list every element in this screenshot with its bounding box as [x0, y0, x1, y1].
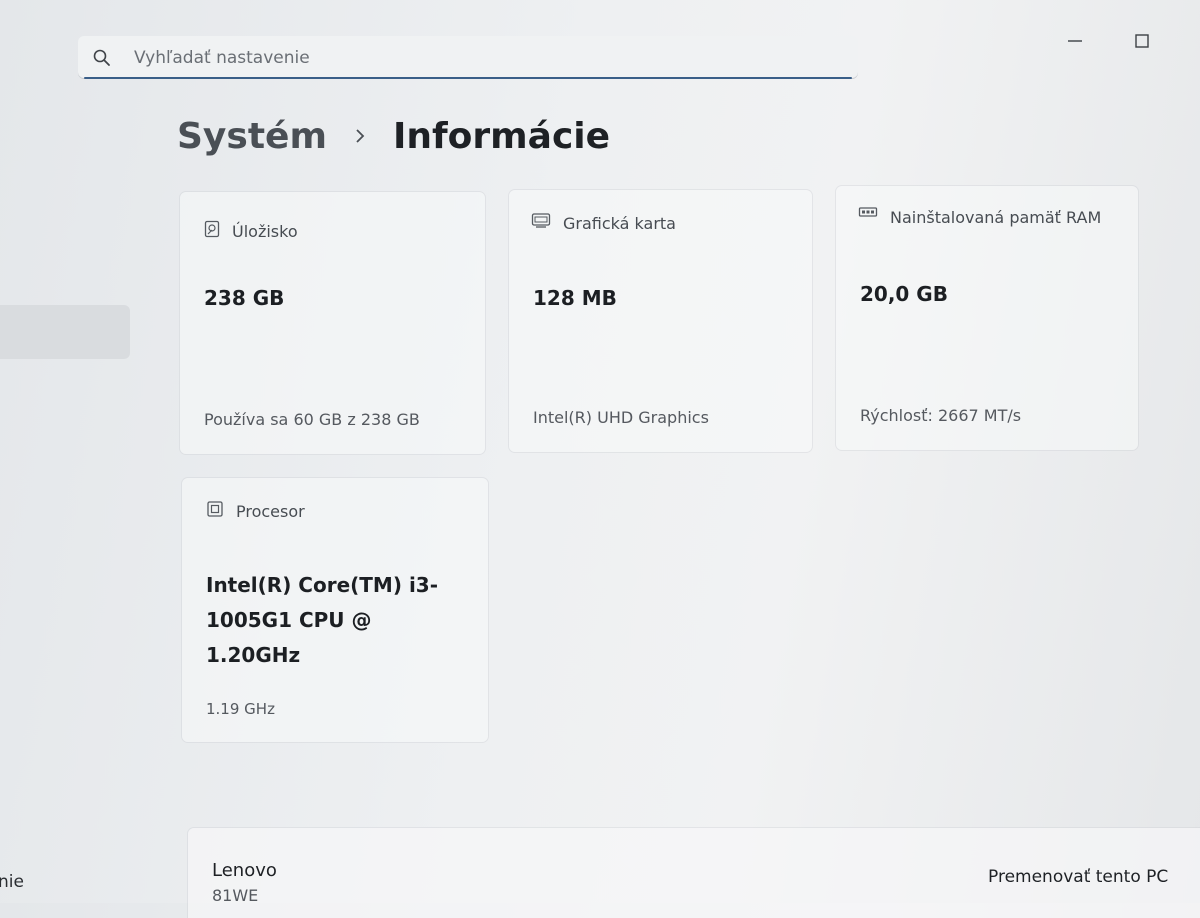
storage-value: 238 GB	[204, 286, 285, 310]
sidebar-selected-item[interactable]	[0, 305, 130, 359]
maximize-icon[interactable]	[1130, 28, 1156, 54]
chevron-right-icon	[356, 129, 365, 143]
search-box[interactable]	[78, 36, 858, 79]
breadcrumb-parent[interactable]: Systém	[177, 116, 327, 157]
gpu-name: Intel(R) UHD Graphics	[533, 408, 709, 427]
gpu-card[interactable]: Grafická karta 128 MB Intel(R) UHD Graph…	[509, 190, 812, 452]
cpu-speed: 1.19 GHz	[206, 700, 275, 718]
cpu-value: Intel(R) Core(TM) i3-1005G1 CPU @ 1.20GH…	[206, 573, 439, 667]
sidebar-item-partial[interactable]: nie	[0, 872, 24, 892]
storage-label: Úložisko	[232, 222, 298, 241]
breadcrumb: Systém Informácie	[177, 108, 610, 164]
cpu-card[interactable]: Procesor Intel(R) Core(TM) i3-1005G1 CPU…	[182, 478, 488, 742]
ram-label: Nainštalovaná pamäť RAM	[890, 208, 1102, 227]
search-icon	[93, 49, 110, 66]
gpu-value: 128 MB	[533, 286, 617, 310]
gpu-label: Grafická karta	[563, 214, 676, 233]
ram-speed: Rýchlosť: 2667 MT/s	[860, 406, 1022, 425]
rename-pc-button[interactable]: Premenovať tento PC	[974, 862, 1182, 892]
minimize-icon[interactable]	[1062, 28, 1088, 54]
device-card: Lenovo 81WE Premenovať tento PC	[188, 828, 1200, 918]
ram-card[interactable]: Nainštalovaná pamäť RAM 20,0 GB Rýchlosť…	[836, 186, 1138, 450]
device-name: Lenovo	[212, 860, 277, 881]
device-model: 81WE	[212, 886, 259, 905]
search-focus-underline	[84, 77, 852, 79]
page-title: Informácie	[392, 115, 611, 157]
ram-icon	[858, 207, 878, 217]
cpu-icon	[207, 501, 223, 517]
gpu-icon	[531, 213, 551, 228]
cpu-label: Procesor	[236, 502, 305, 521]
search-input[interactable]	[132, 44, 836, 72]
ram-value: 20,0 GB	[860, 282, 948, 306]
storage-card[interactable]: Úložisko 238 GB Používa sa 60 GB z 238 G…	[180, 192, 485, 454]
storage-usage: Používa sa 60 GB z 238 GB	[204, 410, 420, 429]
storage-icon	[204, 220, 220, 238]
